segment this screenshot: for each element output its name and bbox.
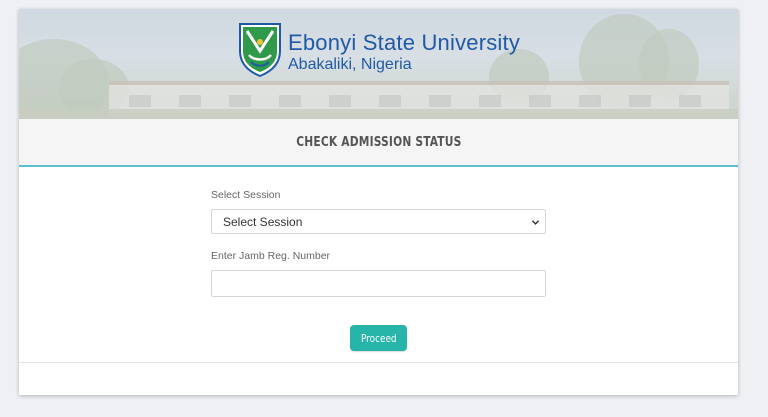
page-header: CHECK ADMISSION STATUS [19, 119, 738, 167]
page-title: CHECK ADMISSION STATUS [295, 134, 462, 150]
session-label: Select Session [211, 189, 281, 201]
university-location: Abakaliki, Nigeria [288, 56, 412, 73]
university-crest-icon [239, 23, 281, 77]
proceed-button[interactable]: Proceed [350, 325, 407, 351]
session-select[interactable]: Select Session [211, 209, 546, 234]
proceed-button-label: Proceed [360, 331, 397, 345]
university-name: Ebonyi State University [288, 30, 521, 55]
jamb-reg-number-input[interactable] [211, 270, 546, 297]
card-footer [19, 363, 738, 395]
admission-form: Select Session Select Session Enter Jamb… [211, 189, 546, 351]
chevron-down-icon [531, 220, 540, 225]
admission-card: Ebonyi State University Abakaliki, Niger… [19, 9, 738, 395]
jamb-label: Enter Jamb Reg. Number [211, 250, 331, 262]
session-select-value: Select Session [223, 215, 303, 229]
university-banner: Ebonyi State University Abakaliki, Niger… [19, 9, 738, 119]
